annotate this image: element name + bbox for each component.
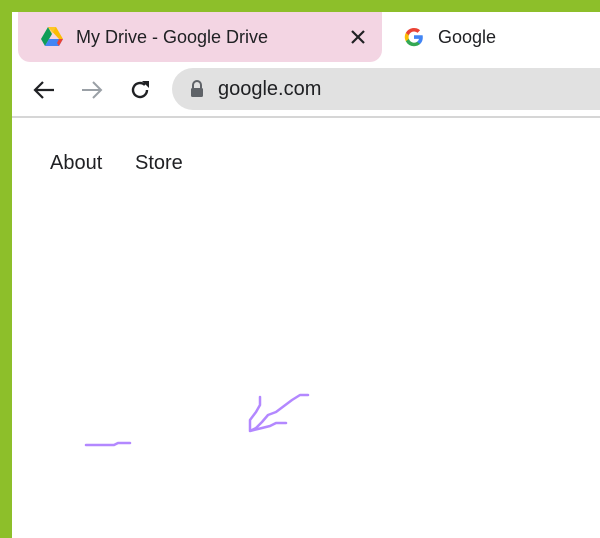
- tab-google[interactable]: Google: [394, 12, 600, 62]
- tab-title: Google: [438, 26, 497, 47]
- tab-google-drive[interactable]: My Drive - Google Drive: [18, 12, 382, 62]
- address-bar[interactable]: google.com: [172, 68, 600, 110]
- browser-window: My Drive - Google Drive Google google.co…: [12, 12, 600, 538]
- back-arrow-icon[interactable]: [30, 76, 58, 104]
- about-link[interactable]: About: [50, 152, 102, 175]
- lock-icon: [190, 80, 204, 98]
- google-g-icon: [402, 25, 426, 49]
- tab-title: My Drive - Google Drive: [76, 26, 269, 47]
- page-content: About Store: [12, 118, 600, 538]
- url-text: google.com: [218, 77, 322, 100]
- close-tab-icon[interactable]: [346, 25, 370, 49]
- reload-icon[interactable]: [126, 76, 154, 104]
- store-link[interactable]: Store: [135, 152, 183, 175]
- google-drive-icon: [40, 25, 64, 49]
- forward-arrow-icon[interactable]: [78, 76, 106, 104]
- browser-toolbar: google.com: [12, 64, 600, 118]
- tab-strip: My Drive - Google Drive Google: [12, 12, 600, 64]
